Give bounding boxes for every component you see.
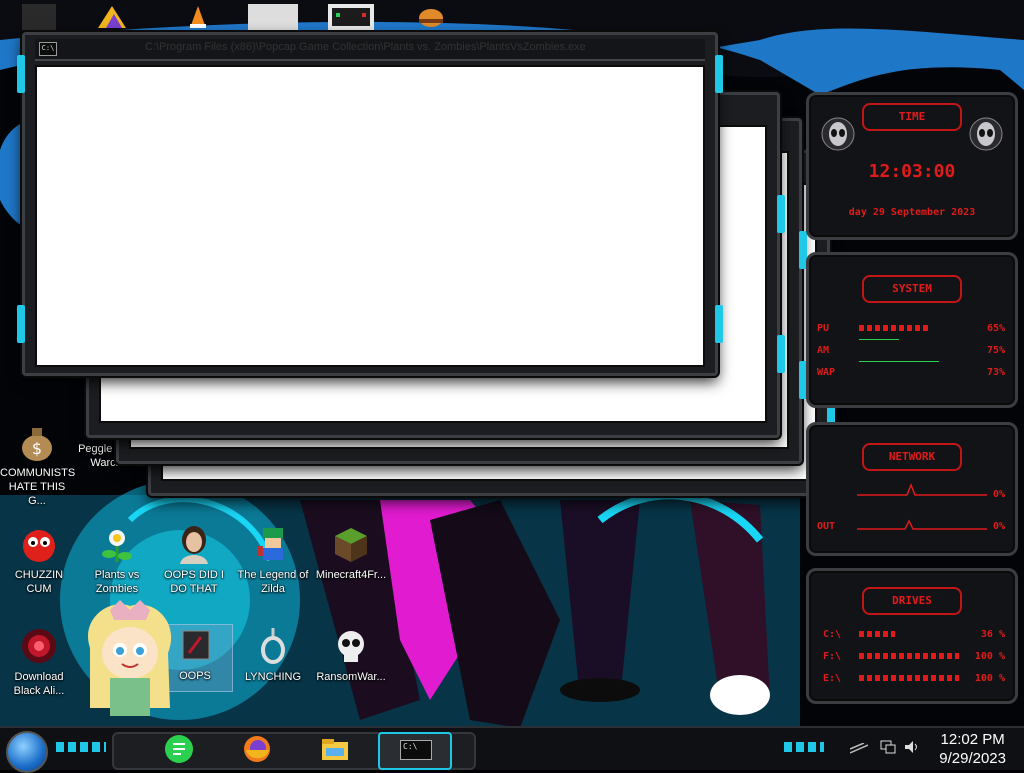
burger-icon[interactable] (414, 4, 448, 30)
alien-head-icon (821, 117, 855, 151)
clock-time: 12:02 PM (940, 731, 1005, 748)
desktop-icon-label: COMMUNISTS HATE THIS G... (0, 467, 76, 507)
file-explorer-icon[interactable] (320, 734, 350, 764)
drive-e-bar (859, 675, 959, 681)
window-frame-accent (777, 335, 785, 373)
top-desktop-icon-2[interactable] (96, 4, 130, 30)
desktop-icon-lynching[interactable]: LYNCHING (236, 626, 310, 684)
alien-head-icon (969, 117, 1003, 151)
top-desktop-icon-5[interactable] (328, 4, 374, 30)
taskbar-accent-left (56, 742, 106, 752)
window-frame-accent (715, 305, 723, 343)
show-hidden-icons-icon[interactable] (849, 742, 869, 754)
desktop-icon-label: Minecraft4Fr... (315, 569, 387, 581)
cmd-icon: C:\ (400, 740, 432, 760)
window-title: C:\Program Files (x86)\Popcap Game Colle… (145, 41, 585, 53)
window-frame-accent (17, 55, 25, 93)
swap-graph (859, 361, 939, 362)
firefox-icon[interactable] (242, 734, 272, 764)
start-orb-icon[interactable] (6, 731, 48, 773)
cpu-bar (859, 325, 929, 331)
portrait-icon (174, 524, 214, 564)
network-out-label: OUT (817, 521, 836, 532)
system-monitor-gadget[interactable]: TIME 12:03:00 day 29 September 2023 SYST… (792, 88, 1024, 728)
desktop-icon-label: Plants vs Zombies (94, 569, 140, 595)
taskbar: C:\ 12:02 PM 9/29/2023 (0, 726, 1024, 773)
window-frame-accent (17, 305, 25, 343)
network-panel: NETWORK 0% OUT 0% (806, 422, 1018, 556)
cpu-value: 65% (986, 323, 1005, 334)
desktop-icon-minecraft[interactable]: Minecraft4Fr... (314, 524, 388, 582)
flower-icon (97, 524, 137, 564)
window-frame-accent (777, 195, 785, 233)
time-panel: TIME 12:03:00 day 29 September 2023 (806, 92, 1018, 240)
swap-label: WAP (817, 367, 836, 378)
desktop-icon-communists[interactable]: $ COMMUNISTS HATE THIS G... (0, 422, 76, 508)
network-graph (857, 482, 987, 530)
cartoon-character-sticker (80, 598, 180, 723)
network-icon[interactable] (880, 740, 896, 754)
desktop-icon-ransomware[interactable]: RansomWar... (314, 626, 388, 684)
drive-c-label: C:\ (823, 629, 842, 640)
desktop-icon-chuzzin[interactable]: CHUZZIN CUM (2, 524, 76, 596)
gadget-date: day 29 September 2023 (848, 207, 976, 218)
window-frame-accent (715, 55, 723, 93)
desktop-icon-label: Download Black Ali... (13, 671, 65, 697)
desktop-icon-label: CHUZZIN CUM (14, 569, 64, 595)
vlc-icon[interactable] (184, 4, 218, 30)
gadget-clock: 12:03:00 (868, 161, 956, 182)
drives-heading: DRIVES (862, 587, 962, 615)
clock-date: 9/29/2023 (939, 750, 1006, 767)
system-panel: SYSTEM PU 65% AM 75% WAP 73% (806, 252, 1018, 408)
ram-label: AM (817, 345, 830, 356)
shortcut-box-icon (175, 625, 215, 665)
desktop-icon-download-black-ali[interactable]: Download Black Ali... (2, 626, 76, 698)
alienware-orb-icon (19, 626, 59, 666)
cmd-taskbar-button[interactable]: C:\ (378, 732, 452, 770)
desktop-icon-label: RansomWar... (316, 671, 386, 683)
cpu-label: PU (817, 323, 830, 334)
grass-block-icon (331, 524, 371, 564)
desktop-icon-plants-vs-zombies[interactable]: Plants vs Zombies (80, 524, 154, 596)
skull-icon (331, 626, 371, 666)
network-heading: NETWORK (862, 443, 962, 471)
cmd-icon: C:\ (39, 42, 57, 56)
taskbar-accent-right (784, 742, 824, 752)
ram-graph (859, 339, 899, 340)
money-bag-icon: $ (17, 422, 57, 462)
svg-text:$: $ (32, 439, 42, 458)
network-in-value: 0% (992, 489, 1005, 500)
cmd-window-main[interactable]: C:\ C:\Program Files (x86)\Popcap Game C… (17, 32, 723, 376)
network-out-value: 0% (992, 521, 1005, 532)
ram-value: 75% (986, 345, 1005, 356)
chuzzle-icon (19, 524, 59, 564)
drive-e-value: 100 % (974, 673, 1005, 684)
drive-e-label: E:\ (823, 673, 842, 684)
swap-value: 73% (986, 367, 1005, 378)
desktop-icon-label: OOPS DID I DO THAT (164, 569, 224, 595)
system-heading: SYSTEM (862, 275, 962, 303)
drive-c-value: 36 % (980, 629, 1005, 640)
desktop-icon-label: LYNCHING (244, 671, 302, 683)
window-client-area[interactable] (35, 65, 705, 367)
desktop-icon-oops-did-i[interactable]: OOPS DID I DO THAT (157, 524, 231, 596)
top-desktop-icon-1[interactable] (22, 4, 56, 30)
desktop-icon-legend-of-zilda[interactable]: The Legend of Zilda (236, 524, 310, 596)
notes-icon[interactable] (164, 734, 194, 764)
taskbar-clock[interactable]: 12:02 PM 9/29/2023 (939, 730, 1006, 768)
window-titlebar[interactable]: C:\ C:\Program Files (x86)\Popcap Game C… (35, 39, 705, 61)
drive-f-value: 100 % (974, 651, 1005, 662)
desktop-icon-label: The Legend of Zilda (237, 569, 309, 595)
volume-icon[interactable] (904, 740, 920, 754)
drive-f-bar (859, 653, 959, 659)
top-desktop-icon-4[interactable] (248, 4, 298, 30)
drive-c-bar (859, 631, 895, 637)
noose-icon (253, 626, 293, 666)
pixel-hero-icon (253, 524, 293, 564)
drive-f-label: F:\ (823, 651, 842, 662)
drives-panel: DRIVES C:\ 36 % F:\ 100 % E:\ 100 % (806, 568, 1018, 704)
time-heading: TIME (862, 103, 962, 131)
